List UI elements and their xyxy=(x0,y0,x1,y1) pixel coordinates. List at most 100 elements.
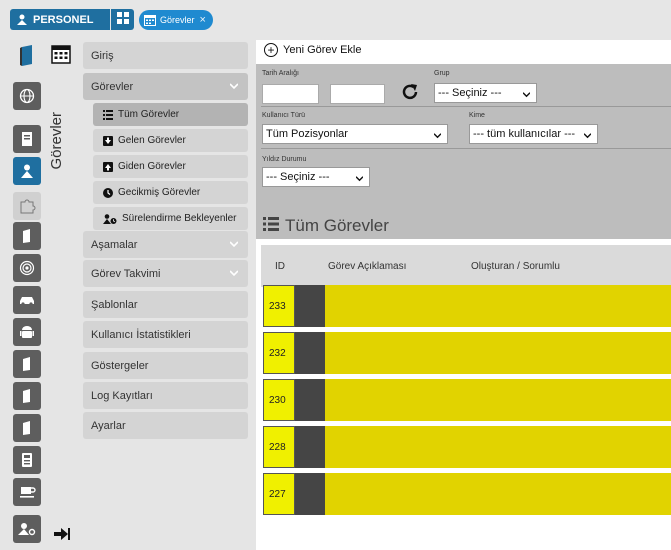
row-description-cell xyxy=(325,379,671,421)
row-description-cell xyxy=(325,332,671,374)
table-row[interactable]: 233 xyxy=(261,285,671,327)
group-select[interactable]: --- Seçiniz --- xyxy=(434,83,537,103)
close-icon[interactable]: × xyxy=(200,14,206,26)
submenu-label: Sürelendirme Bekleyenler xyxy=(122,213,237,224)
tab-gorevler[interactable]: Görevler × xyxy=(139,10,213,30)
top-bar: PERSONEL Görevler × xyxy=(0,0,671,40)
column-header-owner[interactable]: Oluşturan / Sorumlu xyxy=(471,261,560,272)
menu-item-log-kayitlari[interactable]: Log Kayıtları xyxy=(83,382,248,409)
file-icon[interactable] xyxy=(13,382,41,410)
menu-item-gostergeler[interactable]: Göstergeler xyxy=(83,352,248,379)
user-type-select[interactable]: Tüm Pozisyonlar xyxy=(262,124,448,144)
table-row[interactable]: 227 xyxy=(261,473,671,515)
menu-item-label: Görevler xyxy=(91,80,134,93)
group-label: Grup xyxy=(434,70,450,77)
submenu-item-giden-gorevler[interactable]: Giden Görevler xyxy=(93,155,248,178)
column-header-id[interactable]: ID xyxy=(275,261,285,272)
add-task-button[interactable]: + Yeni Görev Ekle xyxy=(264,43,361,57)
module-button[interactable]: PERSONEL xyxy=(10,9,110,30)
chevron-down-icon xyxy=(355,173,364,182)
module-label: PERSONEL xyxy=(33,13,94,26)
menu-item-sablonlar[interactable]: Şablonlar xyxy=(83,291,248,318)
module-title-column: Görevler xyxy=(44,40,76,550)
date-from-input[interactable] xyxy=(262,84,319,104)
table-row[interactable]: 232 xyxy=(261,332,671,374)
menu-item-label: Görev Takvimi xyxy=(91,267,161,280)
file-icon[interactable] xyxy=(13,414,41,442)
notebook-icon[interactable] xyxy=(13,125,41,153)
android-icon[interactable] xyxy=(13,318,41,346)
filter-divider xyxy=(261,148,671,149)
list-icon xyxy=(103,109,113,120)
menu-item-label: Log Kayıtları xyxy=(91,389,153,402)
menu-item-asamalar[interactable]: Aşamalar xyxy=(83,231,248,258)
refresh-icon[interactable] xyxy=(400,82,420,105)
group-select-value: --- Seçiniz --- xyxy=(438,87,502,99)
arrow-down-icon xyxy=(103,135,113,146)
menu-item-giris[interactable]: Giriş xyxy=(83,42,248,69)
menu-item-gorevler[interactable]: Görevler xyxy=(83,73,248,100)
calculator-icon[interactable] xyxy=(13,446,41,474)
row-status-cell xyxy=(295,426,325,468)
submenu-item-surelendirme-bekleyenler[interactable]: Sürelendirme Bekleyenler xyxy=(93,207,248,230)
table-row[interactable]: 230 xyxy=(261,379,671,421)
chevron-up-icon xyxy=(229,81,239,90)
file-icon[interactable] xyxy=(13,222,41,250)
submenu-label: Gelen Görevler xyxy=(118,135,186,146)
user-clock-icon xyxy=(103,213,117,224)
row-description-cell xyxy=(325,473,671,515)
user-type-label: Kullanıcı Türü xyxy=(262,112,306,119)
apps-grid-button[interactable] xyxy=(111,9,134,30)
section-title: Tüm Görevler xyxy=(263,216,389,236)
puzzle-icon[interactable] xyxy=(13,192,41,220)
submenu-label: Giden Görevler xyxy=(118,161,186,172)
clock-icon xyxy=(103,187,113,198)
book-icon[interactable] xyxy=(13,42,41,70)
plus-circle-icon: + xyxy=(264,43,278,57)
tab-label: Görevler xyxy=(160,15,195,25)
icon-rail xyxy=(10,40,44,550)
table-row[interactable]: 228 xyxy=(261,426,671,468)
user-icon[interactable] xyxy=(13,157,41,185)
date-to-input[interactable] xyxy=(330,84,385,104)
sign-out-icon[interactable] xyxy=(54,527,70,544)
submenu-item-tum-gorevler[interactable]: Tüm Görevler xyxy=(93,103,248,126)
star-status-label: Yıldız Durumu xyxy=(262,156,307,163)
chevron-down-icon xyxy=(229,239,239,248)
car-icon[interactable] xyxy=(13,286,41,314)
user-type-select-value: Tüm Pozisyonlar xyxy=(266,128,348,140)
calendar-icon xyxy=(144,14,156,26)
menu-item-gorev-takvimi[interactable]: Görev Takvimi xyxy=(83,260,248,287)
target-icon[interactable] xyxy=(13,254,41,282)
submenu-label: Tüm Görevler xyxy=(118,109,180,120)
menu-item-ayarlar[interactable]: Ayarlar xyxy=(83,412,248,439)
row-status-cell xyxy=(295,332,325,374)
filter-panel: Tarih Aralığı Grup --- Seçiniz --- Kulla… xyxy=(256,64,671,239)
chevron-down-icon xyxy=(522,89,531,98)
menu-item-kullanici-istatistikleri[interactable]: Kullanıcı İstatistikleri xyxy=(83,321,248,348)
row-id-cell: 232 xyxy=(263,332,295,374)
star-status-select-value: --- Seçiniz --- xyxy=(266,171,330,183)
submenu-label: Gecikmiş Görevler xyxy=(118,187,201,198)
globe-icon[interactable] xyxy=(13,82,41,110)
main-content: + Yeni Görev Ekle Tarih Aralığı Grup ---… xyxy=(256,40,671,550)
to-whom-select[interactable]: --- tüm kullanıcılar --- xyxy=(469,124,598,144)
submenu-item-gelen-gorevler[interactable]: Gelen Görevler xyxy=(93,129,248,152)
arrow-up-icon xyxy=(103,161,113,172)
chevron-down-icon xyxy=(229,268,239,277)
menu-item-label: Aşamalar xyxy=(91,238,138,251)
star-status-select[interactable]: --- Seçiniz --- xyxy=(262,167,370,187)
column-header-description[interactable]: Görev Açıklaması xyxy=(328,261,406,272)
user-settings-icon[interactable] xyxy=(13,515,41,543)
menu-item-label: Kullanıcı İstatistikleri xyxy=(91,328,191,341)
menu-item-label: Şablonlar xyxy=(91,298,138,311)
menu-item-label: Ayarlar xyxy=(91,419,126,432)
row-status-cell xyxy=(295,473,325,515)
file-icon[interactable] xyxy=(13,350,41,378)
table-header: ID Görev Açıklaması Oluşturan / Sorumlu xyxy=(261,245,671,287)
submenu-item-gecikmis-gorevler[interactable]: Gecikmiş Görevler xyxy=(93,181,248,204)
section-title-text: Tüm Görevler xyxy=(285,216,389,235)
row-description-cell xyxy=(325,285,671,327)
coffee-icon[interactable] xyxy=(13,478,41,506)
chevron-down-icon xyxy=(433,130,442,139)
